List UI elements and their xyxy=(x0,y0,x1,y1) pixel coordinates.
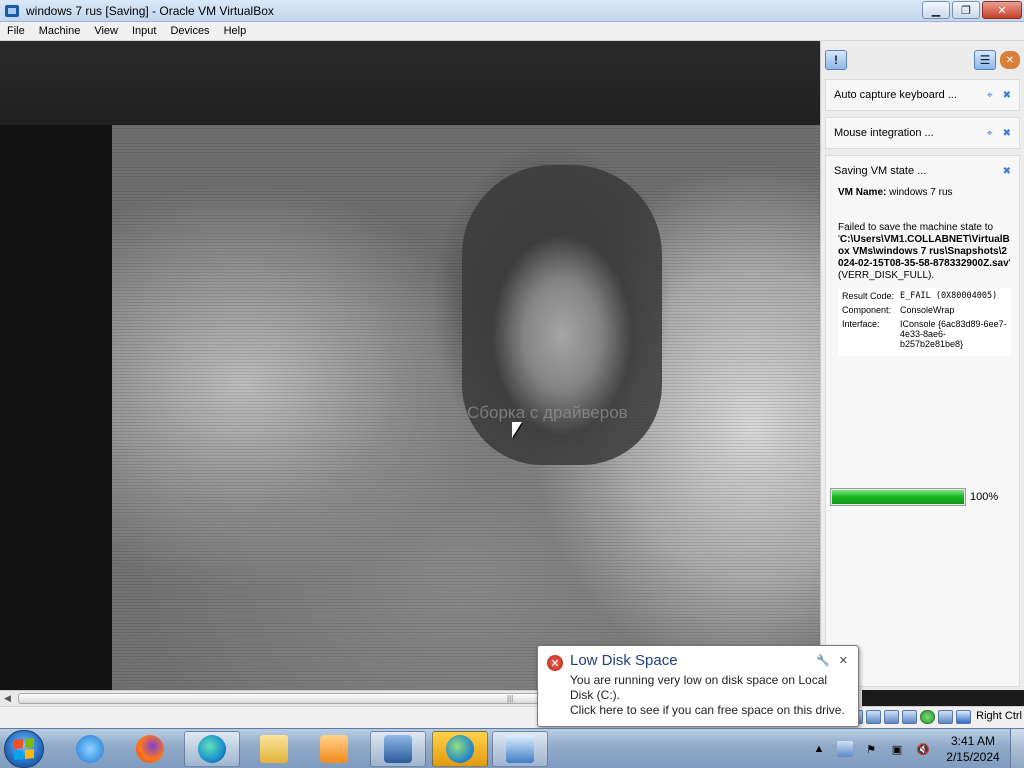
clock[interactable]: 3:41 AM 2/15/2024 xyxy=(936,733,1010,765)
action-center-flag-icon[interactable]: ⚑ xyxy=(863,741,879,757)
settings-icon[interactable]: 🔧 xyxy=(816,654,830,667)
save-progress: 100% xyxy=(830,488,998,506)
start-button[interactable] xyxy=(4,730,44,768)
wallpaper-watermark-text: Сборка с драйверов xyxy=(467,403,628,422)
dismiss-icon[interactable]: ✖ xyxy=(1003,128,1011,139)
error-icon: ✕ xyxy=(547,655,563,671)
interface-label: Interface: xyxy=(842,319,880,329)
usb-icon[interactable] xyxy=(884,710,900,724)
virtualbox-tray-icon[interactable] xyxy=(837,741,853,757)
window-controls: ▁ ❐ ✕ xyxy=(922,1,1022,19)
taskbar-win7-window[interactable] xyxy=(492,731,548,767)
menu-file[interactable]: File xyxy=(0,25,32,37)
firefox-icon xyxy=(136,735,164,763)
interface-value: IConsole {6ac83d89-6ee7-4e33-8ae6-b257b2… xyxy=(900,319,1007,349)
progress-percent: 100% xyxy=(970,491,999,503)
vm-display-margin xyxy=(0,41,820,125)
progress-fill xyxy=(832,490,964,504)
menu-bar: File Machine View Input Devices Help xyxy=(0,22,1024,41)
edge-icon xyxy=(198,735,226,763)
window-title: windows 7 rus [Saving] - Oracle VM Virtu… xyxy=(26,3,274,18)
balloon-close-icon[interactable]: ✕ xyxy=(839,654,848,667)
virtualbox-icon xyxy=(5,4,19,17)
status-bar: Right Ctrl xyxy=(0,706,1024,728)
result-code-value: E_FAIL (0X80004005) xyxy=(900,291,998,301)
component-label: Component: xyxy=(842,305,892,315)
clock-time: 3:41 AM xyxy=(950,734,996,748)
notification-sort-button[interactable]: ☰ xyxy=(974,50,996,70)
notification-clear-button[interactable]: ✕ xyxy=(1000,51,1020,69)
host-key-label: Right Ctrl xyxy=(976,710,1022,722)
display-icon[interactable] xyxy=(938,710,954,724)
taskbar-internet-explorer[interactable] xyxy=(62,731,118,767)
menu-view[interactable]: View xyxy=(87,25,125,37)
menu-help[interactable]: Help xyxy=(217,25,254,37)
taskbar-explorer[interactable] xyxy=(246,731,302,767)
vm-display[interactable]: Сборка с драйверов xyxy=(0,41,820,690)
notification-label: Auto capture keyboard ... xyxy=(834,89,957,101)
menu-machine[interactable]: Machine xyxy=(32,25,88,37)
title-bar: windows 7 rus [Saving] - Oracle VM Virtu… xyxy=(0,0,1024,22)
folder-icon xyxy=(260,735,288,763)
progress-bar xyxy=(830,488,966,506)
notification-saving-state: Saving VM state ... ✖ VM Name: windows 7… xyxy=(825,155,1020,687)
vm-name-value: windows 7 rus xyxy=(889,187,953,198)
result-code-label: Result Code: xyxy=(842,291,895,301)
taskbar-download-manager[interactable] xyxy=(432,731,488,767)
taskbar-edge[interactable] xyxy=(184,731,240,767)
menu-input[interactable]: Input xyxy=(125,25,163,37)
menu-devices[interactable]: Devices xyxy=(163,25,216,37)
notification-title: Saving VM state ... xyxy=(834,165,927,177)
windows-logo-icon xyxy=(14,737,34,761)
scrollbar-grip-icon: ||| xyxy=(507,694,514,703)
mouse-capture-icon[interactable] xyxy=(956,710,972,724)
guest-desktop-wallpaper[interactable]: Сборка с драйверов xyxy=(112,125,820,690)
audio-icon[interactable] xyxy=(866,710,882,724)
show-hidden-icons-icon[interactable]: ▲ xyxy=(811,741,827,757)
notification-auto-capture: Auto capture keyboard ... ⌖ ✖ xyxy=(825,79,1020,111)
error-message: Failed to save the machine state to 'C:\… xyxy=(834,222,1011,282)
volume-muted-icon[interactable]: 🔇 xyxy=(915,741,931,757)
taskbar: ▲ ⚑ ▣ 🔇 3:41 AM 2/15/2024 xyxy=(0,728,1024,768)
balloon-title: Low Disk Space xyxy=(570,652,678,669)
vm-name-row: VM Name: windows 7 rus xyxy=(834,187,1011,198)
dismiss-icon[interactable]: ✖ xyxy=(1003,166,1011,177)
notification-mouse-integration: Mouse integration ... ⌖ ✖ xyxy=(825,117,1020,149)
taskbar-virtualbox[interactable] xyxy=(370,731,426,767)
error-details: Result Code: E_FAIL (0X80004005) Compone… xyxy=(838,288,1011,356)
system-tray: ▲ ⚑ ▣ 🔇 3:41 AM 2/15/2024 xyxy=(806,729,1024,768)
mouse-cursor-icon xyxy=(512,422,522,438)
pin-icon[interactable]: ⌖ xyxy=(987,90,993,101)
low-disk-space-balloon[interactable]: ✕ 🔧 ✕ Low Disk Space You are running ver… xyxy=(537,645,859,727)
notification-info-button[interactable]: ! xyxy=(825,50,847,70)
dismiss-icon[interactable]: ✖ xyxy=(1003,90,1011,101)
maximize-button[interactable]: ❐ xyxy=(952,1,980,19)
show-desktop-button[interactable] xyxy=(1010,729,1024,768)
network-icon[interactable] xyxy=(920,710,936,724)
component-value: ConsoleWrap xyxy=(900,305,955,315)
close-button[interactable]: ✕ xyxy=(982,1,1022,19)
minimize-button[interactable]: ▁ xyxy=(922,1,950,19)
clock-date: 2/15/2024 xyxy=(946,750,1000,764)
notification-center: ! ☰ ✕ Auto capture keyboard ... ⌖ ✖ Mous… xyxy=(820,41,1024,690)
shared-folders-icon[interactable] xyxy=(902,710,918,724)
taskbar-firefox[interactable] xyxy=(122,731,178,767)
pin-icon[interactable]: ⌖ xyxy=(987,128,993,139)
balloon-text: You are running very low on disk space o… xyxy=(570,673,828,702)
notification-toolbar: ! ☰ ✕ xyxy=(821,41,1024,79)
balloon-link-text[interactable]: Click here to see if you can free space … xyxy=(570,703,850,718)
windows7-app-icon xyxy=(506,735,534,763)
error-path: C:\Users\VM1.COLLABNET\VirtualBox VMs\wi… xyxy=(838,234,1010,269)
media-player-icon xyxy=(320,735,348,763)
download-manager-icon xyxy=(446,735,474,763)
virtualbox-taskbar-icon xyxy=(384,735,412,763)
vm-name-label: VM Name: xyxy=(838,187,887,198)
notification-label: Mouse integration ... xyxy=(834,127,934,139)
scroll-left-icon[interactable]: ◀ xyxy=(4,693,11,704)
taskbar-media-player[interactable] xyxy=(306,731,362,767)
network-tray-icon[interactable]: ▣ xyxy=(889,741,905,757)
internet-explorer-icon xyxy=(76,735,104,763)
